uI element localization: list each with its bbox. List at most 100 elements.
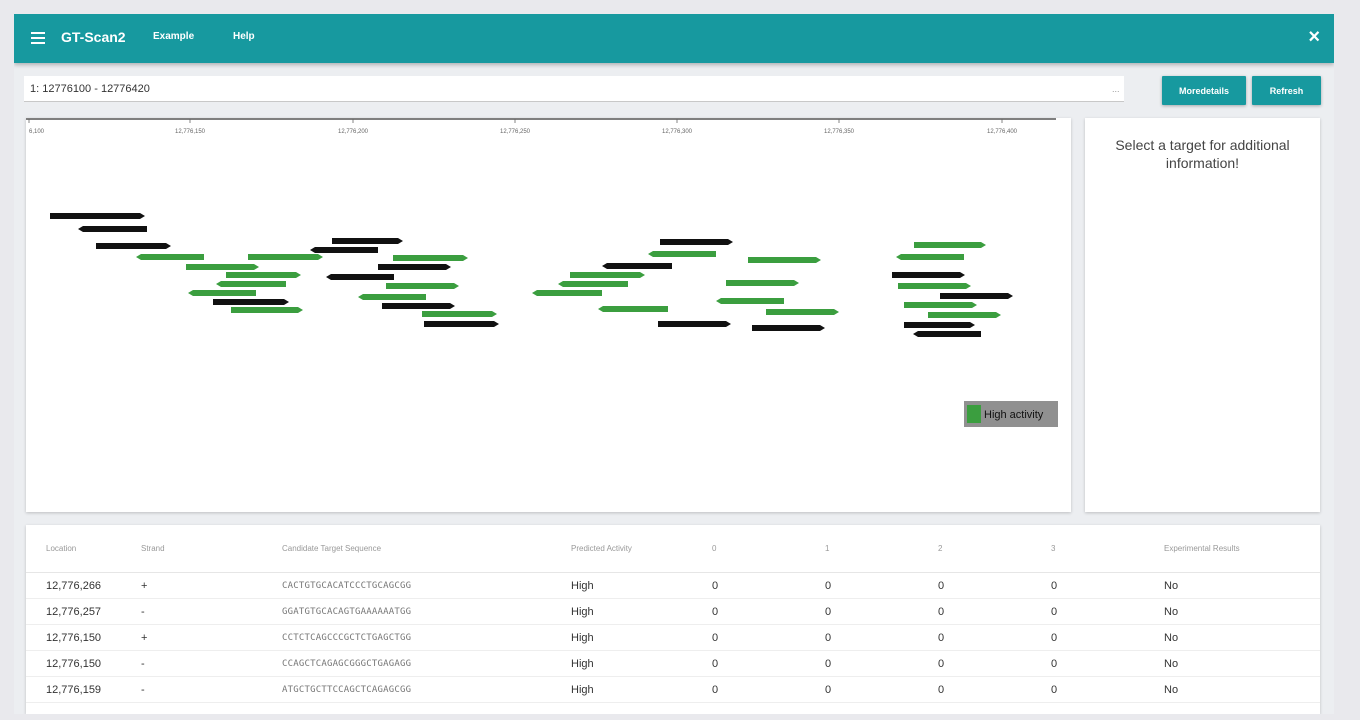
table-row[interactable]: 12,776,150- CCAGCTCAGAGCGGGCTGAGAGG High 0 0… — [26, 650, 1320, 677]
legend-swatch — [967, 405, 981, 423]
cell-predicted-activity: High — [551, 624, 692, 651]
target-arrow-high-activity[interactable] — [216, 281, 286, 287]
target-arrow-high-activity[interactable] — [898, 283, 971, 289]
cell-mismatch-1: 0 — [805, 572, 918, 599]
target-arrow[interactable] — [904, 322, 975, 328]
target-arrow-high-activity[interactable] — [716, 298, 784, 304]
target-arrow-high-activity[interactable] — [570, 272, 645, 278]
target-arrow-high-activity[interactable] — [904, 302, 977, 308]
target-arrow-high-activity[interactable] — [386, 283, 459, 289]
target-arrow-high-activity[interactable] — [188, 290, 256, 296]
cell-location: 12,776,150 — [26, 650, 121, 677]
target-arrow-high-activity[interactable] — [896, 254, 964, 260]
target-arrow-high-activity[interactable] — [598, 306, 668, 312]
refresh-button[interactable]: Refresh — [1252, 76, 1321, 105]
target-arrow[interactable] — [424, 321, 499, 327]
hamburger-menu-icon[interactable] — [31, 32, 45, 44]
cell-candidate-target-sequence: CCAGCTCAGAGCGGGCTGAGAGG — [262, 650, 551, 677]
cell-experimental-results: No — [1144, 676, 1320, 703]
target-arrow[interactable] — [326, 274, 394, 280]
cell-mismatch-2: 0 — [918, 650, 1031, 677]
cell-strand: - — [121, 676, 262, 703]
target-info-panel: Select a target for additional informati… — [1085, 118, 1320, 512]
table-row[interactable]: 12,776,266 + CACTGTGCACATCCCTGCAGCGG High 0 0… — [26, 572, 1320, 599]
location-input[interactable] — [24, 76, 1124, 102]
target-arrow[interactable] — [96, 243, 171, 249]
target-arrow-high-activity[interactable] — [648, 251, 716, 257]
cell-mismatch-2: 0 — [918, 676, 1031, 703]
target-arrow-high-activity[interactable] — [422, 311, 497, 317]
target-arrow[interactable] — [658, 321, 731, 327]
target-arrow-high-activity[interactable] — [226, 272, 301, 278]
cell-strand: + — [121, 624, 262, 651]
column-header-mismatch-0[interactable]: 0 — [692, 525, 805, 573]
target-arrow[interactable] — [940, 293, 1013, 299]
target-arrow[interactable] — [892, 272, 965, 278]
column-header-mismatch-1[interactable]: 1 — [805, 525, 918, 573]
target-arrow-high-activity[interactable] — [393, 255, 468, 261]
target-arrow-high-activity[interactable] — [928, 312, 1001, 318]
table-row[interactable]: 12,776,150 + CCTCTCAGCCCGCTCTGAGCTGG High 0 0… — [26, 624, 1320, 651]
cell-location: 12,776,266 — [26, 572, 121, 599]
table-row[interactable]: 12,776,159- ATGCTGCTTCCAGCTCAGAGCGG High 0 0… — [26, 676, 1320, 703]
column-header-location[interactable]: Location — [26, 525, 121, 573]
targets-table: Location Strand Candidate Target Sequence P… — [26, 525, 1320, 703]
target-arrow-high-activity[interactable] — [231, 307, 303, 313]
ruler-tick-label: 12,776,200 — [338, 129, 369, 135]
info-message: Select a target for additional informati… — [1115, 137, 1290, 171]
column-header-strand[interactable]: Strand — [121, 525, 262, 573]
close-icon[interactable]: × — [1308, 26, 1320, 48]
target-visualization-panel: 6,100 12,776,150 12,776,200 12,776,250 12,77… — [26, 118, 1071, 512]
target-arrow-high-activity[interactable] — [766, 309, 839, 315]
table-row[interactable]: 12,776,257- GGATGTGCACAGTGAAAAAATGG High 0 0… — [26, 598, 1320, 625]
target-arrow-high-activity[interactable] — [358, 294, 426, 300]
target-arrow-high-activity[interactable] — [748, 257, 821, 263]
target-arrow[interactable] — [378, 264, 451, 270]
cell-mismatch-1: 0 — [805, 598, 918, 625]
cell-mismatch-0: 0 — [692, 572, 805, 599]
ruler-tick-label: 12,776,150 — [175, 129, 206, 135]
cell-predicted-activity: High — [551, 650, 692, 677]
cell-mismatch-3: 0 — [1031, 598, 1144, 625]
more-details-button[interactable]: Moredetails — [1162, 76, 1246, 105]
legend: High activity — [964, 401, 1058, 427]
cell-mismatch-2: 0 — [918, 572, 1031, 599]
target-arrow[interactable] — [913, 331, 981, 337]
nav-help[interactable]: Help — [233, 31, 255, 42]
target-arrow[interactable] — [752, 325, 825, 331]
target-arrow[interactable] — [213, 299, 289, 305]
cell-strand: + — [121, 572, 262, 599]
target-arrow[interactable] — [310, 247, 378, 253]
cell-predicted-activity: High — [551, 572, 692, 599]
target-arrow[interactable] — [660, 239, 733, 245]
app-title: GT-Scan2 — [61, 29, 126, 45]
column-header-predicted-activity[interactable]: Predicted Activity — [551, 525, 692, 573]
cell-strand: - — [121, 650, 262, 677]
column-header-candidate-target-sequence[interactable]: Candidate Target Sequence — [262, 525, 551, 573]
target-arrow[interactable] — [602, 263, 672, 269]
ruler-tick-label: 6,100 — [29, 129, 45, 135]
target-arrow-high-activity[interactable] — [248, 254, 323, 260]
nav-example[interactable]: Example — [153, 31, 194, 42]
target-arrow[interactable] — [332, 238, 403, 244]
column-header-mismatch-3[interactable]: 3 — [1031, 525, 1144, 573]
target-arrow-high-activity[interactable] — [532, 290, 602, 296]
cell-mismatch-2: 0 — [918, 624, 1031, 651]
column-header-mismatch-2[interactable]: 2 — [918, 525, 1031, 573]
target-arrow-high-activity[interactable] — [186, 264, 259, 270]
cell-location: 12,776,150 — [26, 624, 121, 651]
cell-strand: - — [121, 598, 262, 625]
target-arrow-high-activity[interactable] — [726, 280, 799, 286]
target-arrow-high-activity[interactable] — [914, 242, 986, 248]
target-arrow[interactable] — [78, 226, 147, 232]
column-header-experimental-results[interactable]: Experimental Results — [1144, 525, 1320, 573]
cell-experimental-results: No — [1144, 572, 1320, 599]
target-arrow-high-activity[interactable] — [558, 281, 628, 287]
target-arrow-high-activity[interactable] — [136, 254, 204, 260]
targets-table-card: Location Strand Candidate Target Sequence P… — [26, 525, 1320, 714]
target-arrow[interactable] — [382, 303, 455, 309]
cell-experimental-results: No — [1144, 650, 1320, 677]
target-arrow[interactable] — [50, 213, 145, 219]
cell-candidate-target-sequence: GGATGTGCACAGTGAAAAAATGG — [262, 598, 551, 625]
cell-location: 12,776,257 — [26, 598, 121, 625]
